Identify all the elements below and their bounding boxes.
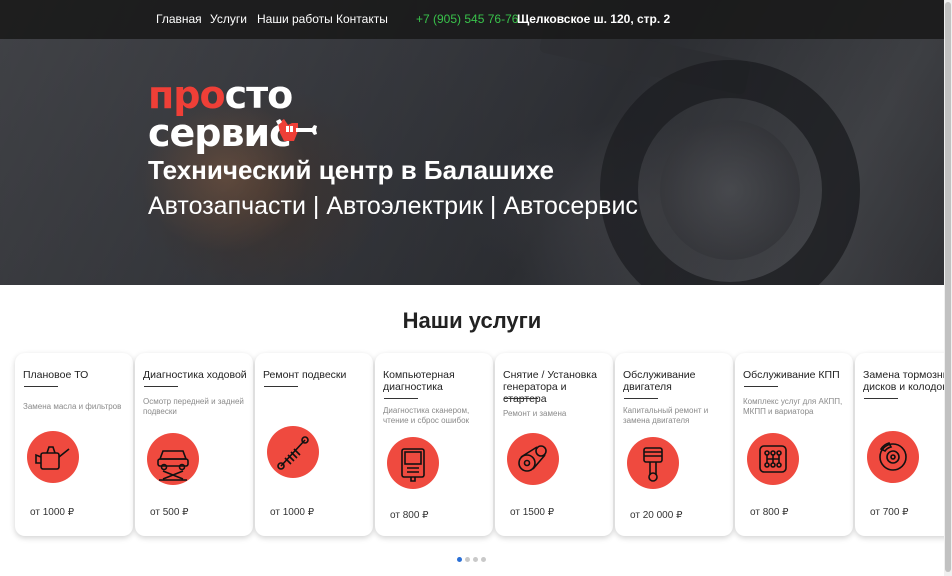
card-divider <box>504 398 538 399</box>
service-card-brakes[interactable]: Замена тормозных дисков и колодок от 700… <box>855 353 952 536</box>
card-divider <box>864 398 898 399</box>
card-divider <box>264 386 298 387</box>
timing-belt-icon <box>507 433 559 485</box>
card-divider <box>384 398 418 399</box>
oil-can-icon <box>27 431 79 483</box>
card-price: от 700 ₽ <box>870 507 909 518</box>
car-lift-icon <box>147 433 199 485</box>
carousel-dot-2[interactable] <box>465 557 470 562</box>
nav-item-home[interactable]: Главная <box>156 12 202 26</box>
diagnostic-scanner-icon <box>387 437 439 489</box>
hero-banner <box>0 0 952 285</box>
nav-item-contacts[interactable]: Контакты <box>336 12 388 26</box>
page: Главная Услуги Наши работы Контакты +7 (… <box>0 0 952 576</box>
card-divider <box>144 386 178 387</box>
card-description: Ремонт и замена <box>503 409 567 418</box>
carousel-dot-1[interactable] <box>457 557 462 562</box>
service-card-computer-diagnostics[interactable]: Компьютерная диагностика Диагностика ска… <box>375 353 493 536</box>
card-price: от 1000 ₽ <box>270 507 315 518</box>
scrollbar-thumb[interactable] <box>945 2 951 572</box>
services-carousel: Плановое ТО Замена масла и фильтров от 1… <box>0 353 952 538</box>
card-title: Обслуживание двигателя <box>623 369 696 393</box>
card-divider <box>744 386 778 387</box>
card-divider <box>624 398 658 399</box>
card-price: от 800 ₽ <box>390 510 429 521</box>
service-card-maintenance[interactable]: Плановое ТО Замена масла и фильтров от 1… <box>15 353 133 536</box>
carousel-dot-3[interactable] <box>473 557 478 562</box>
card-price: от 1000 ₽ <box>30 507 75 518</box>
card-description: Осмотр передней и задней подвески <box>143 397 244 416</box>
nav-phone-link[interactable]: +7 (905) 545 76-76 <box>416 12 518 26</box>
card-description: Комплекс услуг для АКПП, МКПП и вариатор… <box>743 397 843 416</box>
card-description: Диагностика сканером, чтение и сброс оши… <box>383 406 470 425</box>
card-price: от 1500 ₽ <box>510 507 555 518</box>
service-card-gearbox[interactable]: Обслуживание КПП Комплекс услуг для АКПП… <box>735 353 853 536</box>
card-title: Обслуживание КПП <box>743 369 840 381</box>
service-card-engine[interactable]: Обслуживание двигателя Капитальный ремон… <box>615 353 733 536</box>
fist-wrench-icon <box>276 119 317 141</box>
carousel-dot-4[interactable] <box>481 557 486 562</box>
logo[interactable]: просто сервис <box>148 76 317 152</box>
card-title: Замена тормозных дисков и колодок <box>863 369 952 393</box>
shock-absorber-icon <box>267 426 319 478</box>
card-description: Замена масла и фильтров <box>23 402 122 411</box>
card-title: Плановое ТО <box>23 369 89 381</box>
brake-disc-icon <box>867 431 919 483</box>
nav-item-services[interactable]: Услуги <box>210 12 247 26</box>
card-title: Снятие / Установка генератора и стартера <box>503 369 597 405</box>
card-title: Диагностика ходовой <box>143 369 247 381</box>
piston-icon <box>627 437 679 489</box>
card-divider <box>24 386 58 387</box>
gearbox-icon <box>747 433 799 485</box>
nav-address: Щелковское ш. 120, стр. 2 <box>517 12 671 26</box>
page-scrollbar[interactable] <box>944 0 952 576</box>
service-card-chassis-diagnostics[interactable]: Диагностика ходовой Осмотр передней и за… <box>135 353 253 536</box>
nav-item-works[interactable]: Наши работы <box>257 12 333 26</box>
hero-overlay <box>0 0 952 285</box>
card-price: от 20 000 ₽ <box>630 510 683 521</box>
card-price: от 800 ₽ <box>750 507 789 518</box>
card-title: Компьютерная диагностика <box>383 369 455 393</box>
card-price: от 500 ₽ <box>150 507 189 518</box>
card-title: Ремонт подвески <box>263 369 347 381</box>
services-heading: Наши услуги <box>402 308 542 333</box>
top-navigation: Главная Услуги Наши работы Контакты +7 (… <box>0 0 952 39</box>
service-card-generator-starter[interactable]: Снятие / Установка генератора и стартера… <box>495 353 613 536</box>
card-description: Капитальный ремонт и замена двигателя <box>623 406 709 425</box>
logo-text-servis: сервис <box>148 111 292 155</box>
hero-subtitle: Автозапчасти | Автоэлектрик | Автосервис <box>148 192 638 220</box>
service-card-suspension-repair[interactable]: Ремонт подвески от 1000 ₽ <box>255 353 373 536</box>
hero-title: Технический центр в Балашихе <box>148 155 554 185</box>
